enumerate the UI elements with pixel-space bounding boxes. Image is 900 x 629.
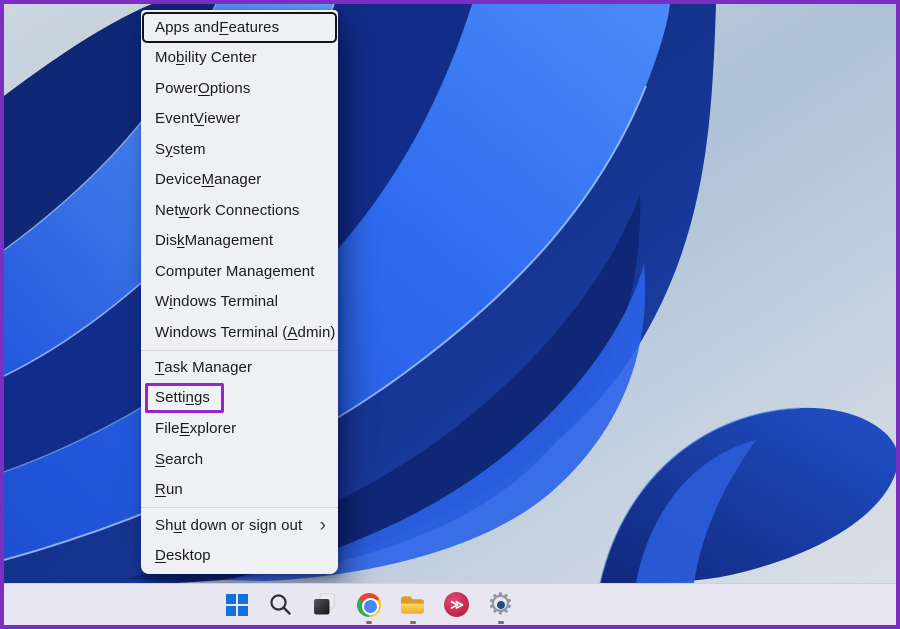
menu-item-power-options[interactable]: Power Options [141, 73, 338, 104]
windows-logo-icon [225, 593, 248, 616]
menu-item-windows-terminal[interactable]: Wi ndows Terminal [141, 287, 338, 318]
menu-item-task-manager[interactable]: Task Manager [141, 353, 338, 384]
start-button[interactable] [224, 592, 249, 617]
running-indicator [365, 621, 372, 624]
chrome-button[interactable] [356, 592, 381, 624]
menu-separator [141, 507, 338, 508]
settings-button[interactable]: ⚙ [487, 589, 514, 624]
menu-item-label: Wi ndows Terminal [155, 293, 279, 311]
media-app-button[interactable]: ≫ [444, 592, 469, 617]
menu-item-label: Dis k Management [155, 232, 274, 250]
menu-item-disk-management[interactable]: Dis k Management [141, 226, 338, 257]
menu-item-label: File Explorer [155, 420, 237, 438]
search-button[interactable] [268, 592, 293, 617]
menu-item-windows-terminal-admin[interactable]: Windows Terminal (Admin) [141, 317, 338, 348]
menu-item-run[interactable]: Run [141, 475, 338, 506]
menu-item-label: Sy stem [155, 140, 206, 158]
task-view-button[interactable] [312, 592, 337, 617]
running-indicator [409, 621, 416, 624]
media-app-icon: ≫ [444, 592, 469, 617]
screenshot-frame: Apps and Features Mo b ility Center Power … [0, 0, 900, 629]
menu-item-apps-and-features[interactable]: Apps and Features [141, 12, 338, 43]
menu-item-label: Setti n gs [145, 383, 225, 414]
menu-item-search[interactable]: Search [141, 444, 338, 475]
file-explorer-button[interactable] [400, 592, 425, 624]
submenu-chevron-icon: › [319, 514, 326, 536]
menu-item-label: Computer Mana g ement [155, 262, 315, 280]
gear-icon: ⚙ [487, 589, 514, 620]
menu-item-label: Net w ork Connections [155, 201, 300, 219]
search-icon [270, 594, 291, 615]
chrome-icon [356, 592, 381, 617]
menu-item-shut-down-or-sign-out[interactable]: Sh u t down or sign out › [141, 510, 338, 541]
taskbar-icons: ≫ ⚙ [224, 584, 514, 625]
menu-item-device-manager[interactable]: Device Manager [141, 165, 338, 196]
menu-item-label: Device Manager [155, 171, 262, 189]
winx-context-menu: Apps and Features Mo b ility Center Power … [141, 10, 338, 574]
desktop-wallpaper [4, 4, 896, 583]
menu-separator [141, 349, 338, 351]
menu-item-label: Power Options [155, 79, 251, 97]
menu-item-label: Task Manager [155, 359, 253, 377]
taskbar: ≫ ⚙ [4, 583, 896, 625]
menu-item-desktop[interactable]: Desktop [141, 541, 338, 572]
menu-item-label: Search [155, 450, 204, 468]
menu-item-label: Apps and Features [155, 18, 280, 36]
task-view-icon [314, 593, 335, 615]
file-explorer-icon [400, 595, 425, 614]
menu-item-label: Desktop [155, 547, 211, 565]
menu-item-label: Mo b ility Center [155, 49, 257, 67]
menu-item-label: Sh u t down or sign out [155, 516, 303, 534]
menu-item-label: Event Viewer [155, 110, 241, 128]
menu-item-label: Run [155, 481, 183, 499]
menu-item-computer-management[interactable]: Computer Mana g ement [141, 256, 338, 287]
menu-item-network-connections[interactable]: Net w ork Connections [141, 195, 338, 226]
gear-center [496, 601, 505, 610]
running-indicator [497, 621, 504, 624]
menu-item-settings[interactable]: Setti n gs [141, 383, 338, 414]
menu-item-mobility-center[interactable]: Mo b ility Center [141, 43, 338, 74]
menu-item-event-viewer[interactable]: Event Viewer [141, 104, 338, 135]
menu-item-label: Windows Terminal (Admin) [155, 323, 336, 341]
menu-item-file-explorer[interactable]: File Explorer [141, 414, 338, 445]
menu-item-system[interactable]: Sy stem [141, 134, 338, 165]
